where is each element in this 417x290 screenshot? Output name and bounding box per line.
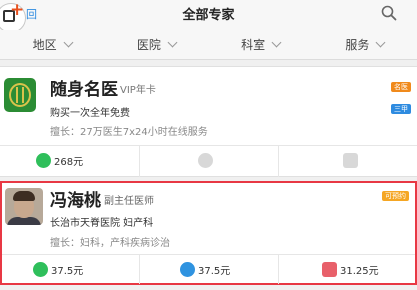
search-icon[interactable] <box>381 5 397 21</box>
expert-description: 购买一次全年免费 <box>50 108 130 119</box>
expert-hospital: 长治市天脊医院 妇产科 <box>50 218 154 229</box>
calendar-icon <box>343 153 358 168</box>
chevron-down-icon <box>63 37 74 48</box>
filter-label: 地区 <box>32 38 57 52</box>
expert-name: 随身名医 <box>50 80 118 100</box>
expert-card-vip[interactable]: 随身名医 VIP年卡 购买一次全年免费 擅长：27万医生7x24小时在线服务 名… <box>0 66 417 177</box>
divider <box>278 254 279 284</box>
filter-label: 医院 <box>136 38 161 52</box>
divider <box>139 254 140 284</box>
chat-icon <box>33 262 48 277</box>
expert-list-screen: + 回 全部专家 地区 医院 科室 服务 随身名医 VIP年卡 购买一次全年免费… <box>0 0 417 290</box>
consult-phone-price[interactable]: 37.5元 <box>180 262 230 277</box>
expert-card-doctor[interactable]: 冯海桃 副主任医师 长治市天脊医院 妇产科 擅长：妇科，产科疾病诊治 可预约 3… <box>0 181 417 285</box>
filter-label: 服务 <box>345 38 370 52</box>
price-text: 268元 <box>54 157 84 168</box>
filter-service[interactable]: 服务 <box>313 30 417 59</box>
chat-icon <box>36 153 51 168</box>
chevron-down-icon <box>167 37 178 48</box>
status-badge: 三甲 <box>391 104 411 114</box>
expert-title: VIP年卡 <box>120 85 156 96</box>
filter-region[interactable]: 地区 <box>0 30 104 59</box>
avatar-hair <box>13 191 35 201</box>
consult-chat-price[interactable]: 37.5元 <box>33 262 83 277</box>
expert-specialty: 擅长：27万医生7x24小时在线服务 <box>50 127 208 138</box>
page-title: 全部专家 <box>182 8 235 23</box>
chevron-down-icon <box>375 37 386 48</box>
status-badge: 名医 <box>391 82 411 92</box>
filter-label: 科室 <box>241 38 266 52</box>
price-text: 31.25元 <box>340 266 379 277</box>
divider <box>139 145 140 177</box>
calendar-icon <box>322 262 337 277</box>
expert-specialty: 擅长：妇科，产科疾病诊治 <box>50 238 170 249</box>
divider <box>2 254 415 255</box>
filter-department[interactable]: 科室 <box>209 30 313 59</box>
divider <box>278 145 279 177</box>
avatar <box>5 188 43 225</box>
phone-icon <box>198 153 213 168</box>
price-text: 37.5元 <box>198 266 231 277</box>
consult-phone-price[interactable] <box>198 153 216 168</box>
consult-appointment-price[interactable] <box>343 153 361 168</box>
filter-bar: 地区 医院 科室 服务 <box>0 30 417 60</box>
divider <box>0 145 417 146</box>
avatar-body <box>7 217 41 225</box>
chevron-down-icon <box>271 37 282 48</box>
logo-mark <box>16 87 24 103</box>
price-text: 37.5元 <box>51 266 84 277</box>
app-logo-icon <box>4 78 36 112</box>
consult-appointment-price[interactable]: 31.25元 <box>322 262 379 277</box>
top-bar: + 回 全部专家 <box>0 0 417 33</box>
status-badge: 可预约 <box>382 191 409 201</box>
phone-icon <box>180 262 195 277</box>
filter-hospital[interactable]: 医院 <box>104 30 208 59</box>
expert-name: 冯海桃 <box>50 191 101 211</box>
expert-title: 副主任医师 <box>104 196 154 207</box>
consult-chat-price[interactable]: 268元 <box>36 153 83 168</box>
